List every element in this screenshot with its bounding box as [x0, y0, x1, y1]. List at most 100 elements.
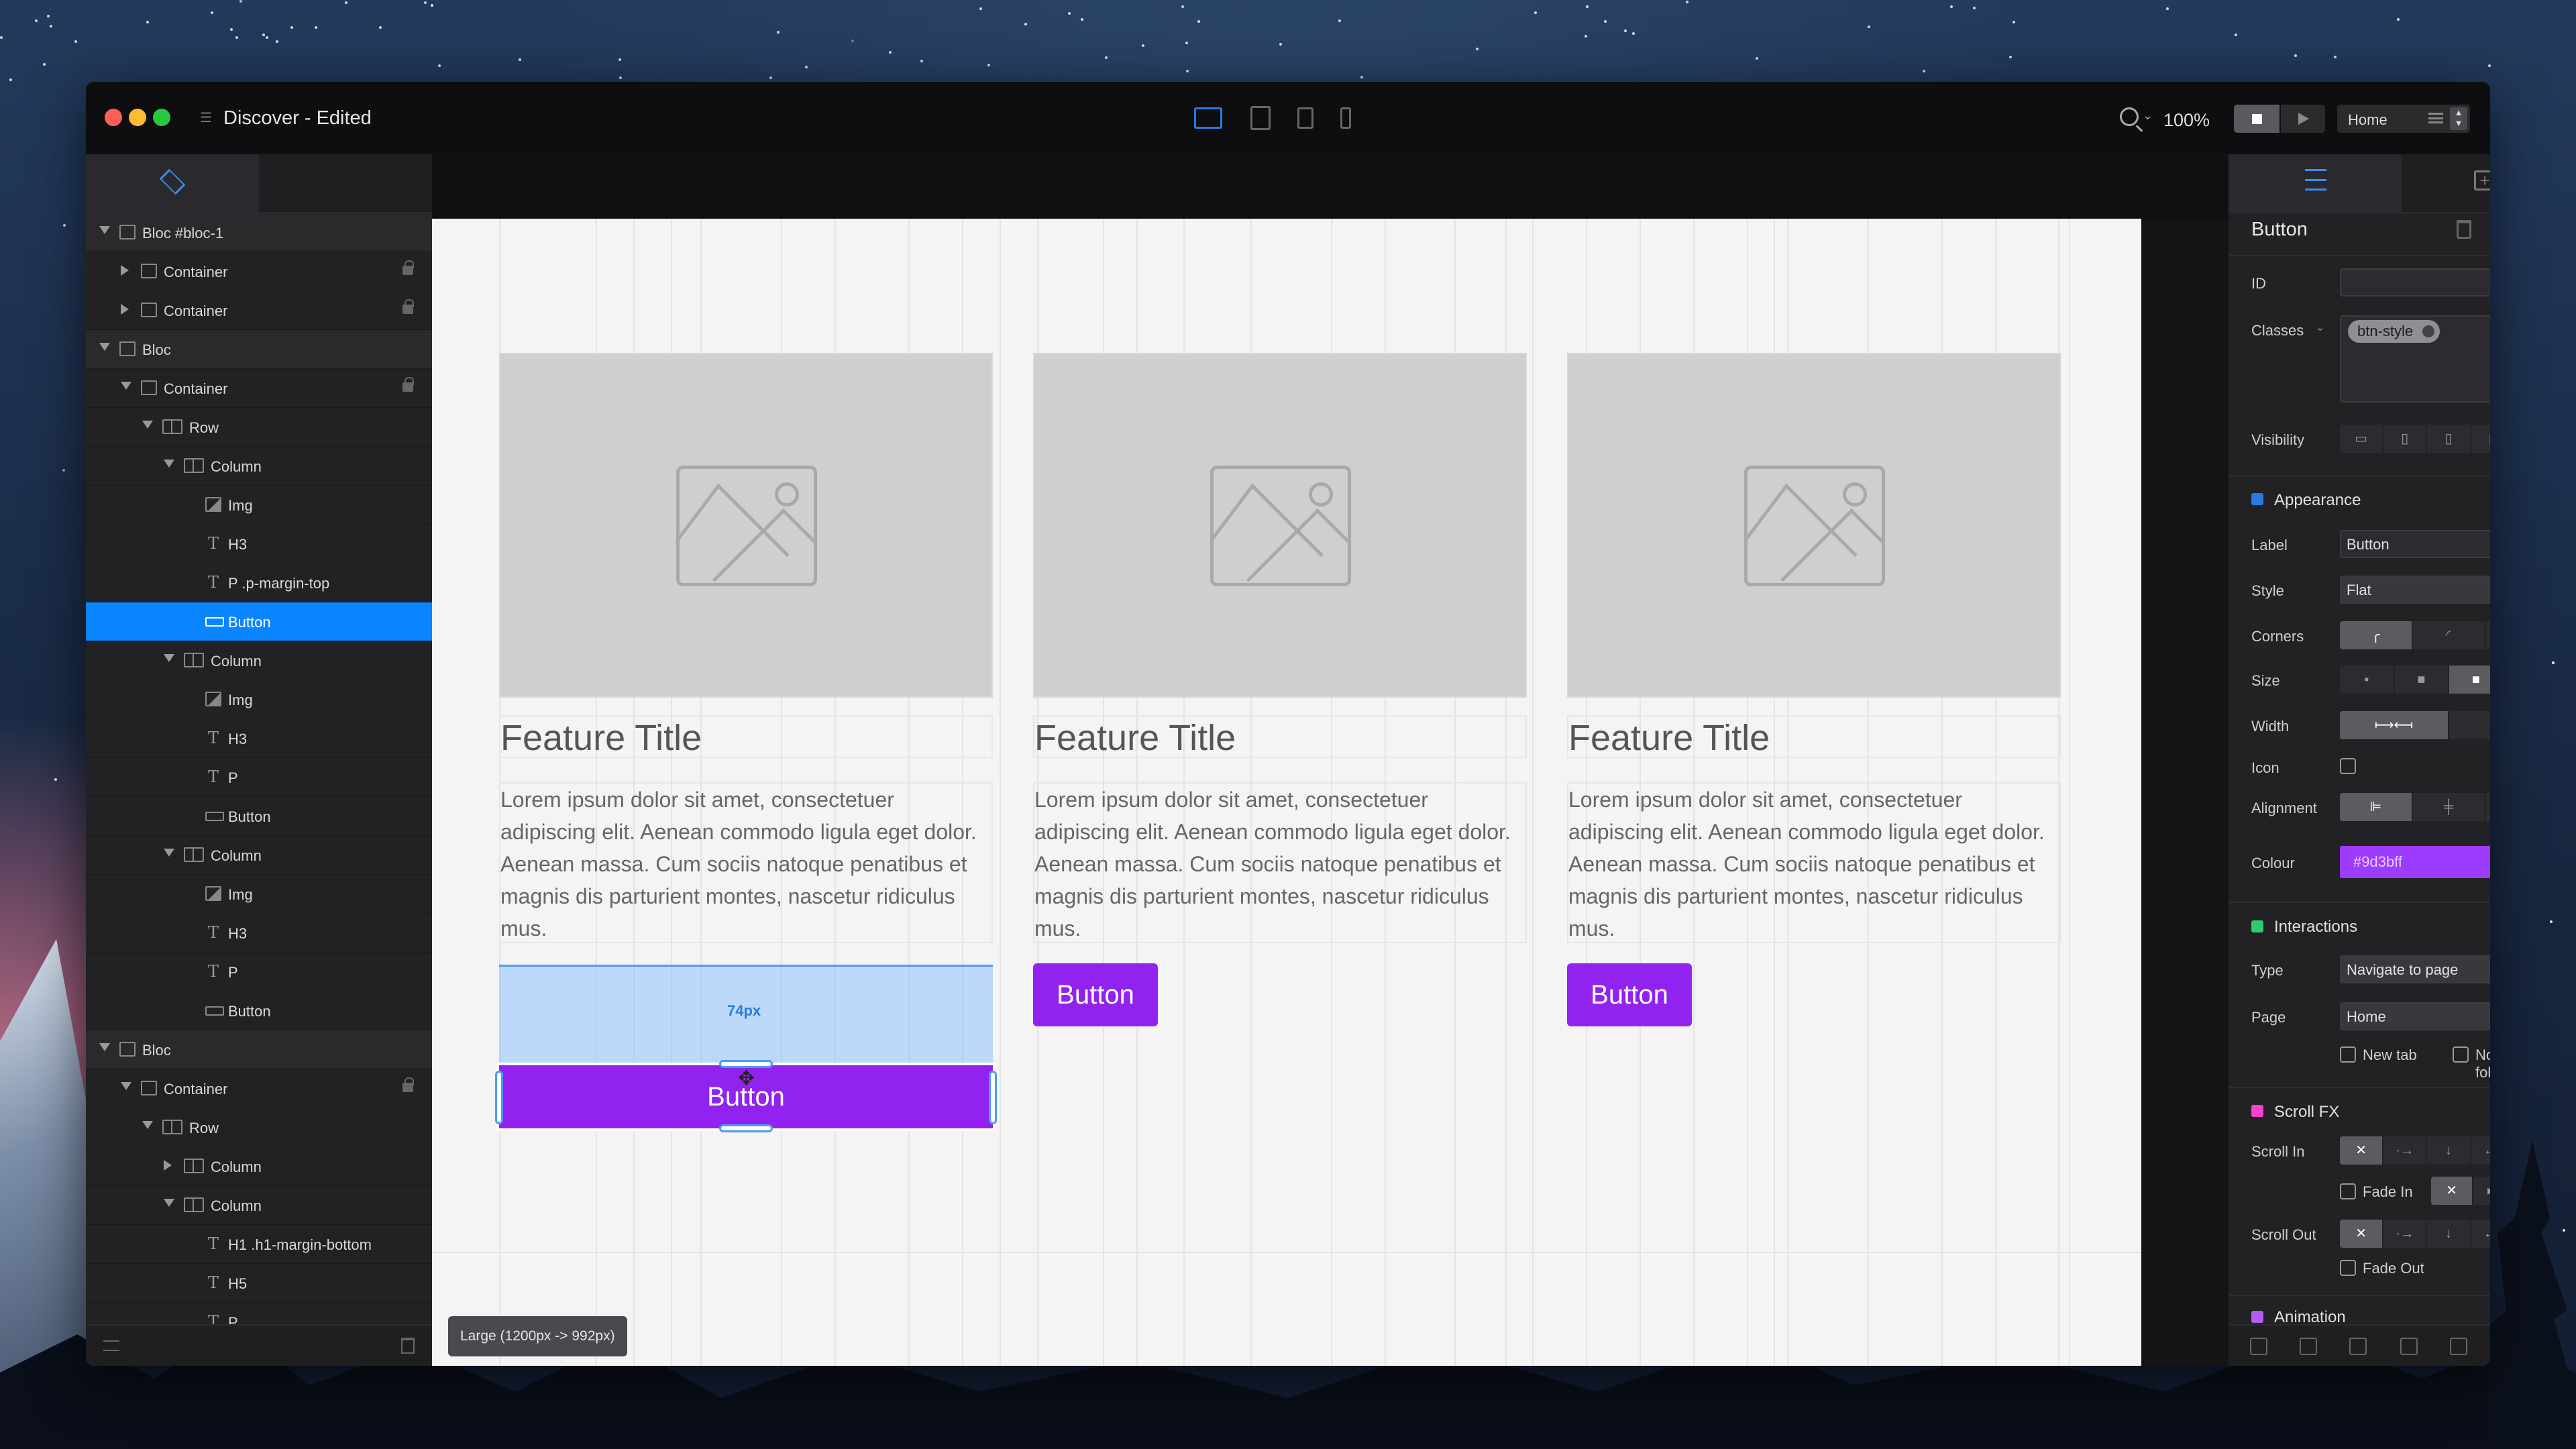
feature-title[interactable]: Feature Title [1033, 715, 1527, 758]
size-xs-icon[interactable]: ▪ [2340, 665, 2395, 694]
phone-preview-icon[interactable] [1340, 107, 1351, 129]
disclosure-down-icon[interactable] [164, 654, 174, 662]
trash-icon[interactable] [401, 1338, 415, 1354]
rounded-corner-icon[interactable]: ╭ [2340, 621, 2413, 649]
colour-field[interactable]: #9d3bff × [2340, 846, 2490, 878]
to-right-icon[interactable]: ·→ [2383, 1220, 2428, 1248]
file-icon[interactable] [2450, 1338, 2467, 1355]
add-bloc-icon[interactable]: + [2474, 170, 2490, 191]
layer-row[interactable]: T H3 [86, 719, 432, 758]
fade-in-toggle[interactable]: ✕ ▸◂ ◂▸ [2431, 1177, 2490, 1205]
stop-button[interactable] [2234, 105, 2279, 133]
disclosure-down-icon[interactable] [99, 343, 110, 351]
zoom-level[interactable]: 100% [2163, 110, 2210, 131]
layer-row[interactable]: Button [86, 991, 432, 1030]
layer-bloc-row[interactable]: Bloc [86, 330, 432, 369]
width-auto-icon[interactable]: ⟼⟻ [2340, 711, 2449, 739]
tablet-portrait-visibility-icon[interactable]: ▯ [2427, 425, 2471, 453]
disclosure-down-icon[interactable] [121, 1082, 131, 1090]
resize-handle-right[interactable] [989, 1071, 997, 1124]
layer-row[interactable]: Column [86, 447, 432, 486]
size-toggle[interactable]: ▪ ■ ■ ■ [2340, 665, 2490, 694]
layer-row[interactable]: Img [86, 486, 432, 525]
layer-row[interactable]: Img [86, 680, 432, 719]
feature-text[interactable]: Lorem ipsum dolor sit amet, consectetuer… [1033, 782, 1527, 943]
disclosure-right-icon[interactable] [121, 304, 129, 315]
image-placeholder[interactable] [1033, 353, 1527, 698]
none-icon[interactable]: ✕ [2340, 1220, 2384, 1248]
size-md-icon[interactable]: ■ [2449, 665, 2490, 694]
type-select[interactable]: Navigate to page [2340, 955, 2490, 983]
lock-icon[interactable] [402, 260, 414, 275]
alignment-toggle[interactable]: ⊫ ╪ ⊣ [2340, 793, 2490, 821]
layer-row[interactable]: T H3 [86, 914, 432, 953]
fade-out-checkbox[interactable] [2340, 1260, 2356, 1276]
to-left-icon[interactable]: ←· [2471, 1220, 2490, 1248]
disclosure-down-icon[interactable] [121, 382, 131, 390]
layer-row[interactable]: Container [86, 291, 432, 330]
none-icon[interactable]: ✕ [2431, 1177, 2474, 1205]
from-top-icon[interactable]: ↓ [2427, 1136, 2471, 1165]
layer-row[interactable]: T H3 [86, 525, 432, 564]
layer-row[interactable]: Container [86, 252, 432, 291]
image-placeholder[interactable] [1567, 353, 2061, 698]
design-canvas[interactable]: Feature Title Lorem ipsum dolor sit amet,… [432, 154, 2229, 1366]
tablet-visibility-icon[interactable]: ▯ [2383, 425, 2428, 453]
disclosure-right-icon[interactable] [121, 265, 129, 276]
layer-row[interactable]: Button [86, 797, 432, 836]
label-field[interactable]: Button [2340, 530, 2490, 558]
desktop-visibility-icon[interactable]: ▭ [2340, 425, 2384, 453]
layer-row[interactable]: Container [86, 1069, 432, 1108]
id-field[interactable] [2340, 268, 2490, 297]
breakpoint-badge[interactable]: Large (1200px -> 992px) [448, 1316, 627, 1356]
no-follow-checkbox[interactable] [2453, 1046, 2469, 1063]
align-center-icon[interactable]: ╪ [2413, 793, 2486, 821]
disclosure-down-icon[interactable] [142, 421, 153, 429]
shrink-icon[interactable]: ▸◂ [2473, 1177, 2490, 1205]
layer-row[interactable]: Column [86, 1186, 432, 1225]
visibility-toggle[interactable]: ▭ ▯ ▯ ▮ ◉ [2340, 425, 2490, 453]
none-icon[interactable]: ✕ [2340, 1136, 2384, 1165]
zoom-icon[interactable] [2120, 107, 2139, 126]
layer-row[interactable]: TP [86, 953, 432, 991]
resize-handle-bottom[interactable] [719, 1124, 773, 1132]
grid-icon[interactable] [2349, 1338, 2367, 1355]
close-window-button[interactable] [105, 109, 122, 126]
feature-text[interactable]: Lorem ipsum dolor sit amet, consectetuer… [1567, 782, 2061, 943]
image-placeholder[interactable] [499, 353, 993, 698]
layer-row[interactable]: T H1 .h1-margin-bottom [86, 1225, 432, 1264]
disclosure-down-icon[interactable] [164, 1199, 174, 1207]
round-corner-icon[interactable]: ◜ [2413, 621, 2486, 649]
disclosure-right-icon[interactable] [164, 1160, 172, 1171]
delete-icon[interactable] [2457, 220, 2471, 239]
feature-title[interactable]: Feature Title [1567, 715, 2061, 758]
tab-properties[interactable] [2229, 154, 2402, 212]
feature-button[interactable]: Button [1567, 963, 1692, 1026]
layer-row[interactable]: Row [86, 1108, 432, 1147]
feature-title[interactable]: Feature Title [499, 715, 993, 758]
chevron-down-icon[interactable]: ⌄ [2316, 321, 2324, 334]
from-right-icon[interactable]: ←· [2471, 1136, 2490, 1165]
disclosure-down-icon[interactable] [164, 460, 174, 468]
layer-row[interactable]: Button [86, 602, 432, 641]
move-icon[interactable]: ✥ [738, 1069, 757, 1089]
page-preview[interactable]: Feature Title Lorem ipsum dolor sit amet,… [432, 219, 2141, 1366]
chevron-down-icon[interactable]: ⌄ [2143, 109, 2153, 123]
class-chip[interactable]: btn-style [2348, 320, 2440, 343]
lock-icon[interactable] [402, 1077, 414, 1092]
from-left-icon[interactable]: ·→ [2383, 1136, 2428, 1165]
fade-in-checkbox[interactable] [2340, 1183, 2356, 1199]
page-settings-icon[interactable] [2300, 1338, 2317, 1355]
style-select[interactable]: Flat [2340, 576, 2490, 604]
icon-checkbox[interactable] [2340, 758, 2356, 774]
menu-icon[interactable] [103, 1340, 119, 1351]
layer-row[interactable]: Column [86, 836, 432, 875]
zoom-window-button[interactable] [153, 109, 170, 126]
page-select[interactable]: Home [2340, 1002, 2490, 1030]
layer-row[interactable]: Column [86, 641, 432, 680]
html-icon[interactable] [2250, 1338, 2267, 1355]
layer-row[interactable]: Row [86, 408, 432, 447]
preview-play-button[interactable] [2281, 105, 2325, 133]
new-tab-checkbox[interactable] [2340, 1046, 2356, 1063]
layer-row[interactable]: T H5 [86, 1264, 432, 1303]
